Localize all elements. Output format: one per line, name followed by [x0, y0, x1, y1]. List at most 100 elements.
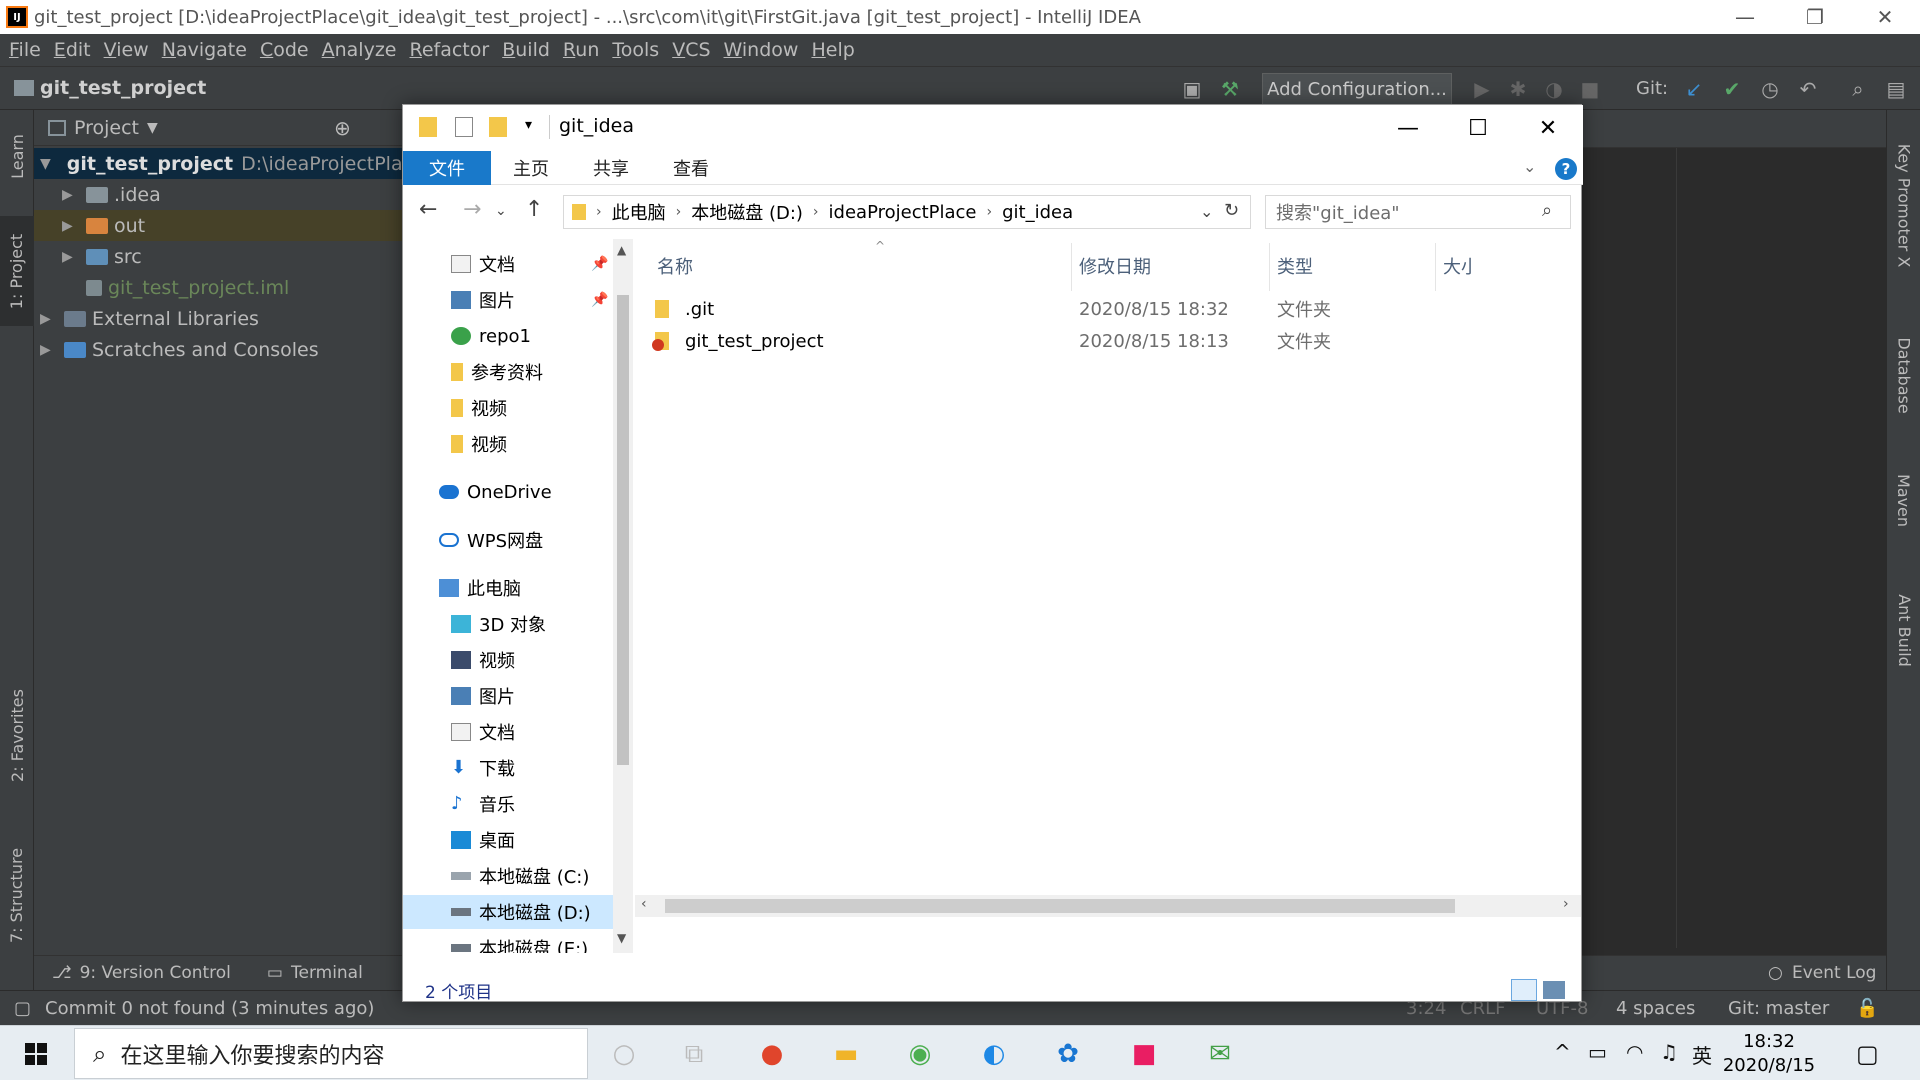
media-app-icon[interactable]: ✿ — [1046, 1032, 1090, 1076]
file-list-horizontal-scrollbar[interactable]: ‹ › — [635, 895, 1581, 917]
explorer-search-input[interactable]: 搜索"git_idea" ⌕ — [1265, 195, 1571, 229]
nav-item-drive-e[interactable]: 本地磁盘 (E:) — [403, 931, 613, 953]
tab-event-log[interactable]: Event Log — [1792, 963, 1876, 983]
nav-item-drive-c[interactable]: 本地磁盘 (C:) — [403, 859, 613, 893]
scroll-down-icon[interactable]: ▼ — [617, 931, 626, 945]
cortana-icon[interactable]: ○ — [602, 1032, 646, 1076]
nav-item-references[interactable]: 参考资料 — [403, 355, 613, 389]
tab-key-promoter[interactable]: Key Promoter X — [1887, 120, 1920, 290]
tree-row-libraries[interactable]: ▶ External Libraries — [34, 303, 404, 334]
column-divider[interactable] — [1435, 243, 1436, 291]
tab-structure[interactable]: 7: Structure — [0, 830, 34, 960]
nav-item-documents[interactable]: 文档 📌 — [403, 247, 613, 281]
nav-item-drive-d[interactable]: 本地磁盘 (D:) — [403, 895, 613, 929]
taskbar-clock[interactable]: 18:32 2020/8/15 — [1714, 1030, 1824, 1078]
expand-ribbon-icon[interactable]: ⌄ — [1523, 157, 1536, 176]
restore-icon[interactable]: ❐ — [1780, 0, 1850, 34]
minimize-icon[interactable]: — — [1373, 105, 1443, 151]
nav-project-crumb[interactable]: git_test_project — [14, 77, 206, 99]
breadcrumb-ideaprojectplace[interactable]: ideaProjectPlace — [829, 202, 977, 223]
file-row[interactable]: .git 2020/8/15 18:32 文件夹 — [635, 293, 1581, 325]
tray-expand-icon[interactable]: ^ — [1554, 1040, 1571, 1064]
up-icon[interactable]: ↑ — [525, 197, 543, 222]
expand-arrow-icon[interactable]: ▶ — [62, 218, 76, 234]
edge-app-icon[interactable]: ◐ — [972, 1032, 1016, 1076]
column-header-name[interactable]: 名称 — [657, 253, 693, 279]
git-branch[interactable]: Git: master — [1728, 998, 1829, 1019]
tab-learn[interactable]: Learn — [0, 116, 34, 196]
menu-code[interactable]: Code — [260, 39, 309, 61]
pin-icon[interactable]: 📌 — [591, 292, 608, 308]
status-toggle-icon[interactable]: ▢ — [14, 998, 31, 1019]
column-header-size[interactable]: 大小 — [1443, 253, 1473, 279]
tree-row-idea[interactable]: ▶ .idea — [34, 179, 404, 210]
nav-item-documents[interactable]: 文档 — [403, 715, 613, 749]
nav-item-downloads[interactable]: ⬇ 下载 — [403, 751, 613, 785]
breadcrumb-separator[interactable]: › — [676, 204, 682, 220]
menu-vcs[interactable]: VCS — [672, 39, 710, 61]
start-button[interactable] — [0, 1026, 72, 1080]
search-everywhere-icon[interactable]: ⌕ — [1846, 77, 1870, 101]
breadcrumb-drive-d[interactable]: 本地磁盘 (D:) — [691, 199, 803, 225]
column-divider[interactable] — [1071, 243, 1072, 291]
tab-terminal[interactable]: Terminal — [291, 963, 363, 983]
build-hammer-icon[interactable]: ⚒ — [1218, 77, 1242, 101]
scroll-up-icon[interactable]: ▲ — [617, 243, 626, 257]
file-row[interactable]: git_test_project 2020/8/15 18:13 文件夹 — [635, 325, 1581, 357]
tree-row-out[interactable]: ▶ out — [34, 210, 404, 241]
nav-item-onedrive[interactable]: OneDrive — [403, 475, 613, 509]
add-configuration-button[interactable]: Add Configuration... — [1262, 73, 1452, 105]
volume-icon[interactable]: ♫ — [1660, 1040, 1678, 1064]
expand-arrow-icon[interactable]: ▶ — [62, 249, 76, 265]
lock-icon[interactable]: 🔓 — [1856, 998, 1878, 1019]
tab-project[interactable]: 1: Project — [0, 216, 34, 326]
nav-item-videos[interactable]: 视频 — [403, 391, 613, 425]
ribbon-tab-file[interactable]: 文件 — [403, 150, 491, 185]
project-structure-icon[interactable]: ▤ — [1884, 77, 1908, 101]
quick-access-dropdown-icon[interactable]: ▾ — [525, 117, 532, 133]
expand-arrow-icon[interactable]: ▶ — [40, 342, 54, 358]
taskbar-search-input[interactable]: ⌕ 在这里输入你要搜索的内容 — [74, 1028, 588, 1079]
scroll-right-icon[interactable]: › — [1563, 896, 1569, 912]
breadcrumb-this-pc[interactable]: 此电脑 — [612, 199, 666, 225]
stop-icon[interactable]: ■ — [1578, 77, 1602, 101]
wifi-icon[interactable]: ◠ — [1626, 1040, 1643, 1064]
menu-run[interactable]: Run — [563, 39, 599, 61]
nav-item-videos[interactable]: 视频 — [403, 427, 613, 461]
new-folder-icon[interactable] — [489, 117, 507, 137]
breadcrumb-separator[interactable]: › — [596, 204, 602, 220]
run-icon[interactable]: ▶ — [1470, 77, 1494, 101]
project-panel-header[interactable]: Project ▼ ⊕ — [34, 110, 404, 146]
browser-app-icon[interactable]: ● — [750, 1032, 794, 1076]
git-update-icon[interactable]: ↙ — [1682, 77, 1706, 101]
tab-maven[interactable]: Maven — [1887, 450, 1920, 550]
debug-icon[interactable]: ✱ — [1506, 77, 1530, 101]
tab-database[interactable]: Database — [1887, 320, 1920, 430]
tree-row-scratches[interactable]: ▶ Scratches and Consoles — [34, 334, 404, 365]
ribbon-tab-home[interactable]: 主页 — [491, 151, 571, 185]
expand-arrow-icon[interactable]: ▶ — [62, 187, 76, 203]
nav-item-repo1[interactable]: repo1 — [403, 319, 613, 353]
address-dropdown-icon[interactable]: ⌄ — [1200, 202, 1213, 221]
breadcrumb-separator[interactable]: › — [987, 204, 993, 220]
details-view-icon[interactable] — [1511, 979, 1537, 1001]
scrollbar-thumb[interactable] — [617, 295, 629, 765]
tab-version-control[interactable]: 9: Version Control — [80, 963, 231, 983]
menu-build[interactable]: Build — [502, 39, 550, 61]
ribbon-tab-share[interactable]: 共享 — [571, 151, 651, 185]
maximize-icon[interactable]: ☐ — [1443, 105, 1513, 151]
layout-icon[interactable]: ▣ — [1180, 77, 1204, 101]
search-icon[interactable]: ⌕ — [1542, 200, 1552, 221]
indent-setting[interactable]: 4 spaces — [1616, 998, 1695, 1019]
tree-row-iml[interactable]: git_test_project.iml — [34, 272, 404, 303]
expand-arrow-icon[interactable]: ▼ — [40, 156, 51, 172]
column-divider[interactable] — [1269, 243, 1270, 291]
locate-icon[interactable]: ⊕ — [334, 116, 351, 140]
close-icon[interactable]: ✕ — [1850, 0, 1920, 34]
nav-item-desktop[interactable]: 桌面 — [403, 823, 613, 857]
expand-arrow-icon[interactable]: ▶ — [40, 311, 54, 327]
help-icon[interactable]: ? — [1555, 158, 1577, 180]
refresh-icon[interactable]: ↻ — [1224, 200, 1239, 221]
breadcrumb-separator[interactable]: › — [813, 204, 819, 220]
menu-edit[interactable]: Edit — [54, 39, 91, 61]
